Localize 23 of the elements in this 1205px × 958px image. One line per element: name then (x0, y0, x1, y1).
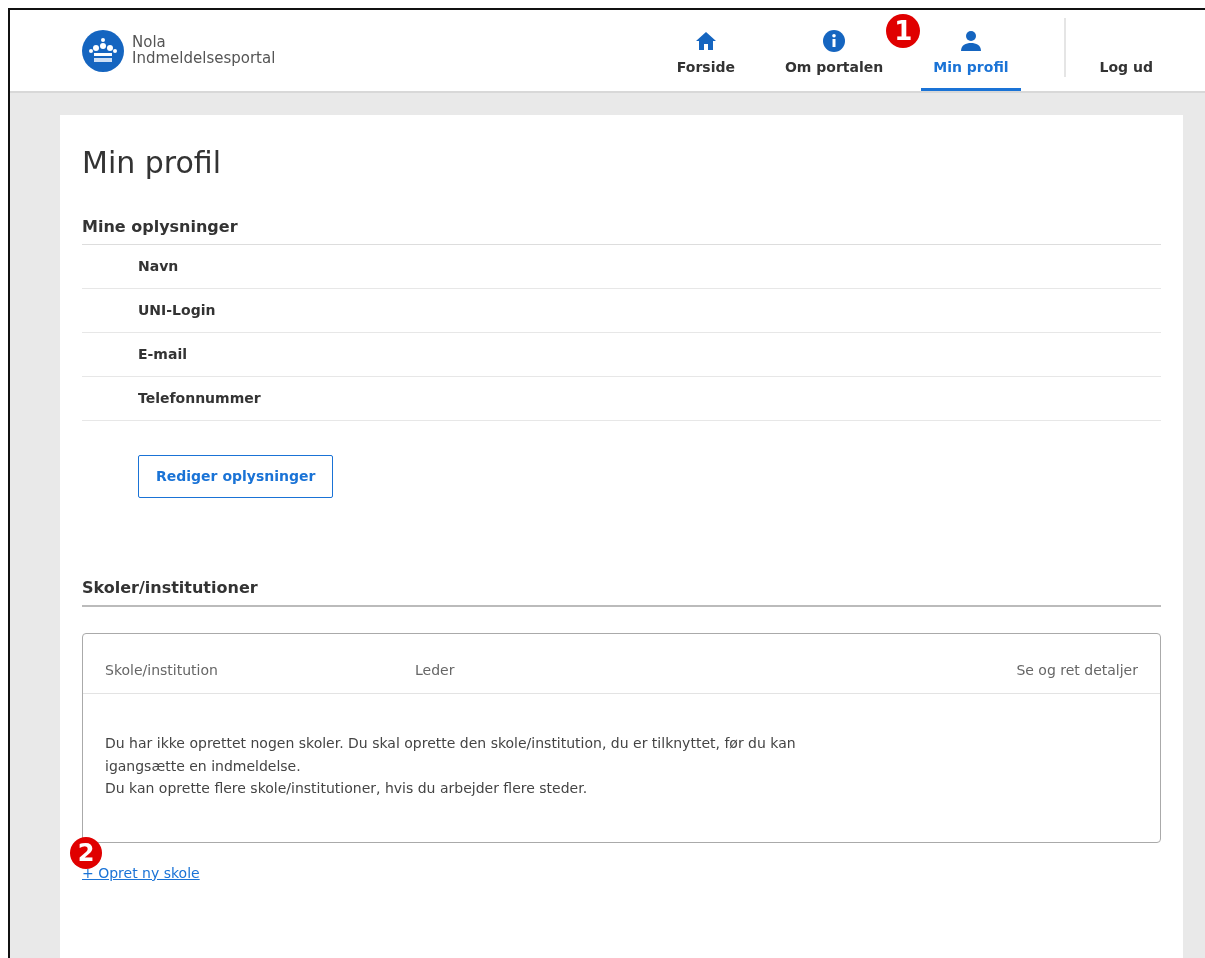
section-title: Mine oplysninger (82, 217, 1161, 246)
info-icon (822, 29, 847, 53)
brand-subtitle: Indmeldelsesportal (132, 50, 276, 67)
nav-tab[interactable]: Min profil (921, 10, 1021, 91)
empty-message: Du har ikke oprettet nogen skoler. Du skal oprette den skole/institution, du er tilknyttet, før du kan igangsætte en indmeldelse. (105, 734, 797, 776)
brand-name: Nola (132, 34, 167, 51)
person-icon (958, 29, 983, 53)
empty-message: Du kan oprette flere skole/institutioner, hvis du arbejder flere steder. (105, 779, 589, 799)
logout-link[interactable]: Log ud (1085, 57, 1167, 78)
column-header: Leder (415, 661, 456, 681)
field-label: E-mail (82, 333, 1161, 378)
nav-tab[interactable]: Forside (664, 10, 747, 91)
callout-marker: 1 (886, 14, 921, 48)
field-label: UNI-Login (82, 289, 1161, 334)
column-header: Se og ret detaljer (1016, 661, 1138, 681)
field-label: Telefonnummer (82, 377, 1161, 422)
crown-logo-icon (82, 29, 124, 72)
field-label: Navn (82, 245, 1161, 290)
edit-button[interactable]: Rediger oplysninger (138, 455, 334, 499)
page-title: Min profil (82, 145, 223, 181)
section-title: Skoler/institutioner (82, 578, 1161, 608)
column-header: Skole/institution (105, 661, 219, 681)
callout-marker: 2 (70, 836, 102, 869)
